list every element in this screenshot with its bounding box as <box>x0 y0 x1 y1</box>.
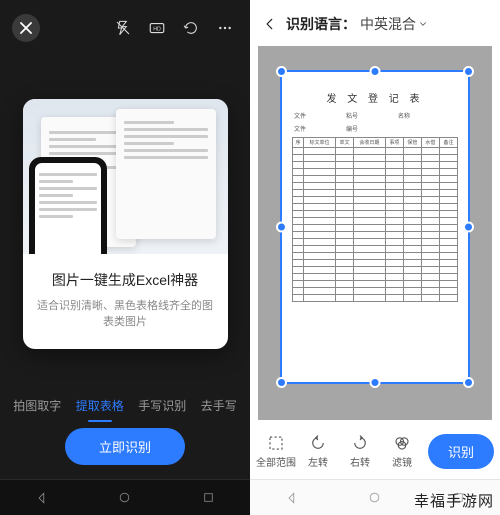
nav-recent-icon[interactable] <box>445 485 471 511</box>
tab-handwriting[interactable]: 手写识别 <box>136 393 188 418</box>
tab-photo-text[interactable]: 拍图取字 <box>11 393 63 418</box>
crop-handle-br[interactable] <box>463 377 474 388</box>
language-value: 中英混合 <box>360 14 416 34</box>
tab-remove-handwriting[interactable]: 去手写 <box>199 393 239 418</box>
tool-filter[interactable]: 滤镜 <box>382 434 422 469</box>
nav-home-icon[interactable] <box>112 485 138 511</box>
crop-handle-tl[interactable] <box>276 66 287 77</box>
document-title: 发 文 登 记 表 <box>292 90 458 105</box>
header-title: 识别语言： <box>286 14 356 34</box>
tool-rotate-right[interactable]: 右转 <box>340 434 380 469</box>
tool-full-crop[interactable]: 全部范围 <box>256 434 296 469</box>
chevron-down-icon <box>418 19 428 29</box>
document-table: 序 标文单位 单文 会收日期 事项 保管 水借 备注 <box>292 137 458 302</box>
hd-icon[interactable]: HD <box>144 15 170 41</box>
document-crop-frame[interactable]: 发 文 登 记 表 文件 粘号 名称 文件 编号 序 标文单位 单文 会收日 <box>280 70 470 384</box>
crop-handle-l[interactable] <box>276 222 287 233</box>
back-button[interactable] <box>258 12 282 36</box>
crop-area: 发 文 登 记 表 文件 粘号 名称 文件 编号 序 标文单位 单文 会收日 <box>258 46 492 420</box>
feature-card: 图片一键生成Excel神器 适合识别清晰、黑色表格线齐全的图表类图片 <box>23 99 228 349</box>
tool-label: 全部范围 <box>256 454 296 469</box>
card-title: 图片一键生成Excel神器 <box>37 270 214 290</box>
left-phone-screen: HD <box>0 0 250 515</box>
card-illustration <box>23 99 228 254</box>
flash-off-icon[interactable] <box>110 15 136 41</box>
tool-rotate-left[interactable]: 左转 <box>298 434 338 469</box>
left-android-nav <box>0 479 250 515</box>
left-card-area: 图片一键生成Excel神器 适合识别清晰、黑色表格线齐全的图表类图片 <box>0 50 250 387</box>
crop-handle-r[interactable] <box>463 222 474 233</box>
nav-home-icon[interactable] <box>362 485 388 511</box>
refresh-icon[interactable] <box>178 15 204 41</box>
more-icon[interactable] <box>212 15 238 41</box>
left-topbar: HD <box>0 0 250 50</box>
close-button[interactable] <box>12 14 40 42</box>
crop-handle-b[interactable] <box>370 377 381 388</box>
mode-tabs: 拍图取字 提取表格 手写识别 去手写 <box>0 387 250 428</box>
tool-label: 右转 <box>350 454 370 469</box>
tool-label: 左转 <box>308 454 328 469</box>
language-selector[interactable]: 中英混合 <box>360 14 428 34</box>
nav-back-icon[interactable] <box>29 485 55 511</box>
crop-handle-t[interactable] <box>370 66 381 77</box>
tool-label: 滤镜 <box>392 454 412 469</box>
crop-handle-bl[interactable] <box>276 377 287 388</box>
card-subtitle: 适合识别清晰、黑色表格线齐全的图表类图片 <box>37 298 214 331</box>
right-android-nav <box>250 479 500 515</box>
nav-recent-icon[interactable] <box>195 485 221 511</box>
right-phone-screen: 识别语言： 中英混合 发 文 登 记 表 <box>250 0 500 515</box>
right-header: 识别语言： 中英混合 <box>250 0 500 44</box>
document-meta: 文件 粘号 名称 文件 编号 <box>292 111 458 133</box>
recognize-button[interactable]: 识别 <box>428 434 494 469</box>
tab-extract-table[interactable]: 提取表格 <box>74 393 126 418</box>
recognize-now-button[interactable]: 立即识别 <box>65 428 185 465</box>
crop-handle-tr[interactable] <box>463 66 474 77</box>
nav-back-icon[interactable] <box>279 485 305 511</box>
close-icon <box>20 22 32 34</box>
bottom-toolbar: 全部范围 左转 右转 滤镜 识别 <box>250 428 500 479</box>
svg-text:HD: HD <box>153 26 161 32</box>
